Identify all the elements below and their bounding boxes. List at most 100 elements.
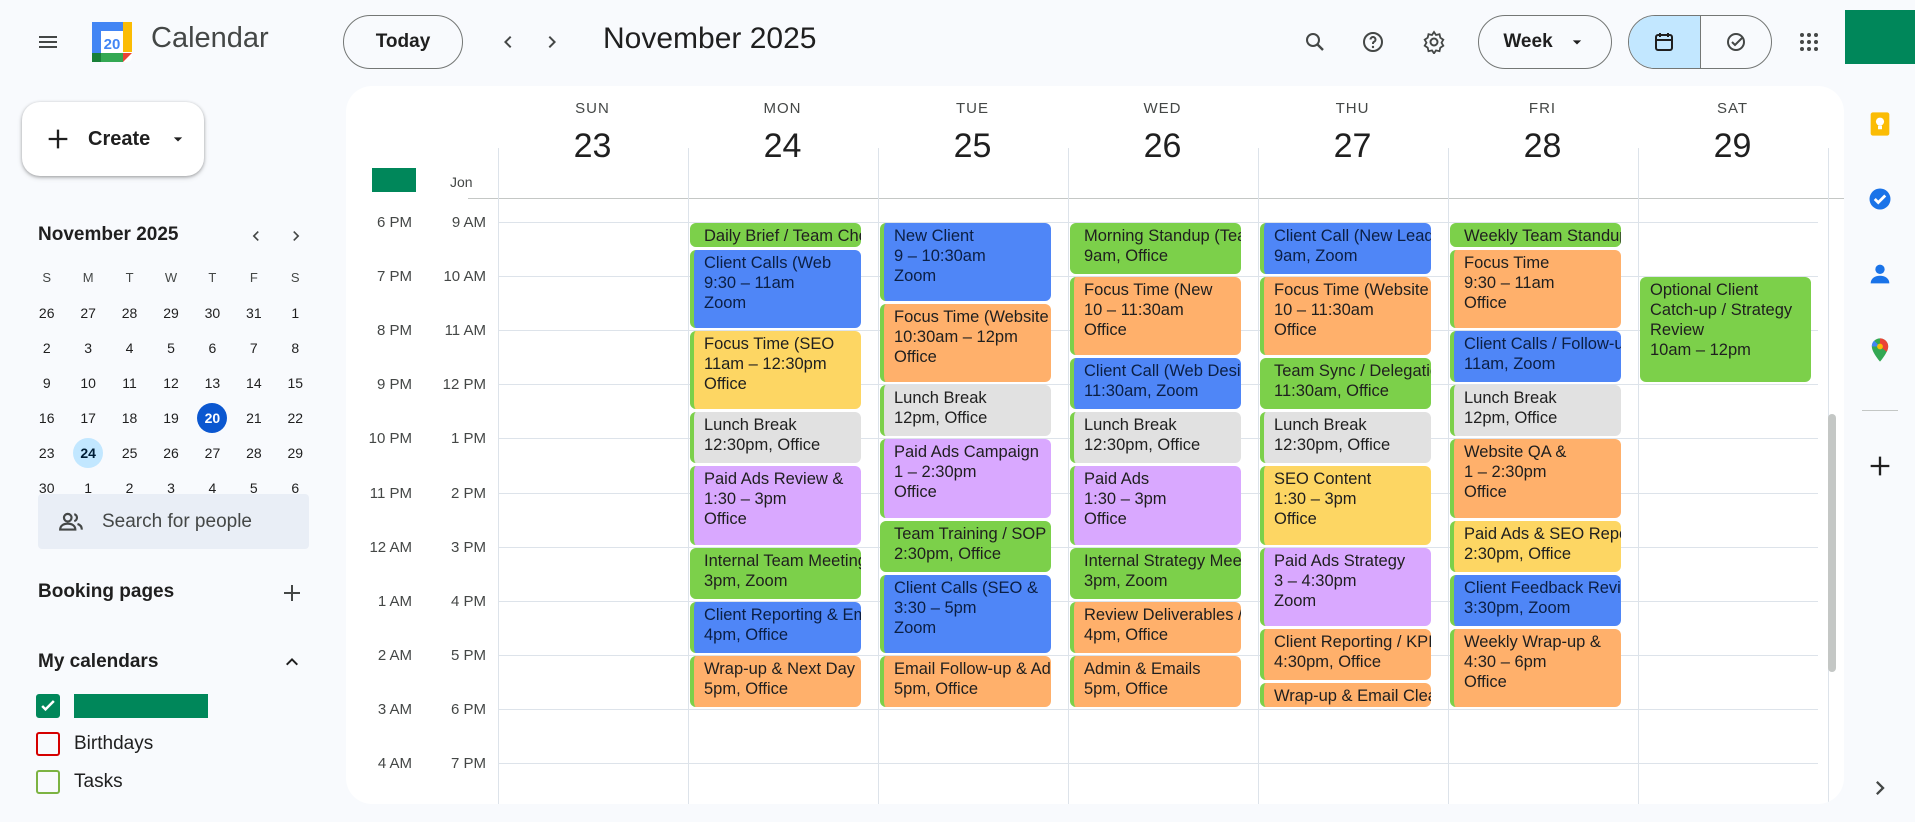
event-chip[interactable]: Internal Strategy Meeting3pm, Zoom (1070, 547, 1241, 599)
mini-calendar-day[interactable]: 20 (197, 402, 228, 433)
mini-calendar-day[interactable]: 23 (26, 438, 67, 468)
day-header[interactable]: SUN 23 (498, 100, 687, 166)
event-chip[interactable]: New Client 9 – 10:30am Zoom (880, 223, 1051, 302)
mini-calendar-day[interactable]: 29 (275, 438, 316, 468)
day-number[interactable]: 28 (1448, 127, 1637, 166)
event-chip[interactable]: Website QA & 1 – 2:30pm Office (1450, 439, 1621, 518)
event-chip[interactable]: Paid Ads & SEO Report 2:30pm, Office (1450, 520, 1621, 572)
view-selector-dropdown[interactable]: Week (1478, 15, 1612, 69)
contacts-icon[interactable] (1866, 260, 1894, 288)
help-icon[interactable] (1349, 18, 1397, 66)
calendar-checkbox[interactable] (36, 770, 60, 794)
event-chip[interactable]: Morning Standup (Team) 9am, Office (1070, 223, 1241, 275)
mini-calendar-day[interactable]: 18 (109, 403, 150, 433)
event-chip[interactable]: Wrap-up & Next Day 5pm, Office (690, 655, 861, 707)
event-chip[interactable]: Optional Client Catch-up / Strategy Revi… (1640, 277, 1811, 383)
mini-calendar-day[interactable]: 21 (233, 403, 274, 433)
event-chip[interactable]: Admin & Emails 5pm, Office (1070, 655, 1241, 707)
event-chip[interactable]: Weekly Wrap-up & 4:30 – 6pm Office (1450, 628, 1621, 707)
day-number[interactable]: 29 (1638, 127, 1827, 166)
tasks-view-icon[interactable] (1701, 16, 1772, 68)
event-chip[interactable]: Focus Time 9:30 – 11am Office (1450, 250, 1621, 329)
mini-calendar-day[interactable]: 28 (109, 298, 150, 328)
event-chip[interactable]: Lunch Break 12:30pm, Office (1070, 412, 1241, 464)
search-people-input[interactable]: Search for people (38, 494, 309, 549)
mini-calendar-day[interactable]: 26 (150, 438, 191, 468)
event-chip[interactable]: Client Calls (SEO & 3:30 – 5pm Zoom (880, 574, 1051, 653)
mini-prev-month-icon[interactable] (241, 221, 271, 251)
mini-calendar-day[interactable]: 9 (26, 368, 67, 398)
mini-calendar-day[interactable]: 25 (109, 438, 150, 468)
event-chip[interactable]: Paid Ads Campaign 1 – 2:30pm Office (880, 439, 1051, 518)
calendar-view-icon[interactable] (1629, 16, 1701, 68)
calendar-list-item[interactable]: Birthdays (36, 732, 153, 756)
mini-calendar-day[interactable]: 28 (233, 438, 274, 468)
mini-calendar-day[interactable]: 31 (233, 298, 274, 328)
event-chip[interactable]: Focus Time (New 10 – 11:30am Office (1070, 277, 1241, 356)
mini-calendar-day[interactable]: 27 (192, 438, 233, 468)
mini-calendar-day[interactable]: 10 (67, 368, 108, 398)
event-chip[interactable]: Client Reporting / KPIs 4:30pm, Office (1260, 628, 1431, 680)
next-week-icon[interactable] (532, 18, 572, 66)
previous-week-icon[interactable] (488, 18, 528, 66)
mini-calendar-day[interactable]: 2 (26, 333, 67, 363)
event-chip[interactable]: Lunch Break 12pm, Office (880, 385, 1051, 437)
expand-panel-chevron-icon[interactable] (1866, 774, 1894, 802)
event-chip[interactable]: Lunch Break 12:30pm, Office (690, 412, 861, 464)
mini-calendar-day[interactable]: 22 (275, 403, 316, 433)
settings-gear-icon[interactable] (1410, 18, 1458, 66)
today-button[interactable]: Today (343, 15, 463, 69)
main-menu-icon[interactable] (24, 18, 72, 66)
event-chip[interactable]: Email Follow-up & Admin5pm, Office (880, 655, 1051, 707)
event-chip[interactable]: Client Reporting & Emails4pm, Office (690, 601, 861, 653)
day-header[interactable]: FRI 28 (1448, 100, 1637, 166)
event-chip[interactable]: Lunch Break 12pm, Office (1450, 385, 1621, 437)
create-button[interactable]: Create (22, 102, 204, 176)
event-chip[interactable]: Focus Time (Website 10 – 11:30am Office (1260, 277, 1431, 356)
event-chip[interactable]: Paid Ads 1:30 – 3pm Office (1070, 466, 1241, 545)
day-header[interactable]: SAT 29 (1638, 100, 1827, 166)
get-addons-plus-icon[interactable] (1866, 452, 1894, 480)
maps-icon[interactable] (1866, 336, 1894, 364)
mini-calendar-day[interactable]: 8 (275, 333, 316, 363)
event-chip[interactable]: Client Feedback Review3:30pm, Zoom (1450, 574, 1621, 626)
mini-calendar-day[interactable]: 3 (67, 333, 108, 363)
mini-calendar-day[interactable]: 30 (192, 298, 233, 328)
calendar-checkbox[interactable] (36, 694, 60, 718)
day-header[interactable]: WED 26 (1068, 100, 1257, 166)
day-header[interactable]: TUE 25 (878, 100, 1067, 166)
collapse-chevron-up-icon[interactable] (268, 638, 316, 686)
time-grid[interactable]: 6 PM 7 PM 8 PM 9 PM 10 PM 11 PM 12 AM 1 AM 2 AM 3… (346, 148, 1844, 804)
mini-calendar-day[interactable]: 1 (275, 298, 316, 328)
search-icon[interactable] (1291, 18, 1339, 66)
day-number[interactable]: 23 (498, 127, 687, 166)
event-chip[interactable]: Review Deliverables /4pm, Office (1070, 601, 1241, 653)
mini-calendar-day[interactable]: 27 (67, 298, 108, 328)
mini-calendar-day[interactable]: 4 (109, 333, 150, 363)
event-chip[interactable]: Team Training / SOP Review2:30pm, Office (880, 520, 1051, 572)
day-header[interactable]: MON 24 (688, 100, 877, 166)
event-chip[interactable]: Paid Ads Review & 1:30 – 3pm Office (690, 466, 861, 545)
event-chip[interactable]: Client Call (New Lead) 9am, Zoom (1260, 223, 1431, 275)
event-chip[interactable]: Lunch Break 12:30pm, Office (1260, 412, 1431, 464)
event-chip[interactable]: Client Calls (Web 9:30 – 11am Zoom (690, 250, 861, 329)
mini-calendar-day[interactable]: 7 (233, 333, 274, 363)
day-number[interactable]: 27 (1258, 127, 1447, 166)
vertical-scrollbar[interactable] (1828, 414, 1836, 672)
apps-grid-icon[interactable] (1785, 18, 1833, 66)
mini-calendar-day[interactable]: 12 (150, 368, 191, 398)
account-avatar[interactable] (1845, 10, 1915, 64)
mini-calendar-day[interactable]: 26 (26, 298, 67, 328)
day-header[interactable]: THU 27 (1258, 100, 1447, 166)
event-chip[interactable]: SEO Content 1:30 – 3pm Office (1260, 466, 1431, 545)
event-chip[interactable]: Focus Time (Website 10:30am – 12pm Office (880, 304, 1051, 383)
app-title[interactable]: Calendar (151, 22, 269, 55)
event-chip[interactable]: Client Call (Web Design)11:30am, Zoom (1070, 358, 1241, 410)
add-booking-page-icon[interactable] (268, 569, 316, 617)
my-calendars-heading[interactable]: My calendars (38, 651, 158, 673)
mini-calendar-day[interactable]: 16 (26, 403, 67, 433)
mini-calendar-day[interactable]: 15 (275, 368, 316, 398)
event-chip[interactable]: Weekly Team Standup (1450, 223, 1621, 248)
mini-calendar-day[interactable]: 13 (192, 368, 233, 398)
day-number[interactable]: 26 (1068, 127, 1257, 166)
